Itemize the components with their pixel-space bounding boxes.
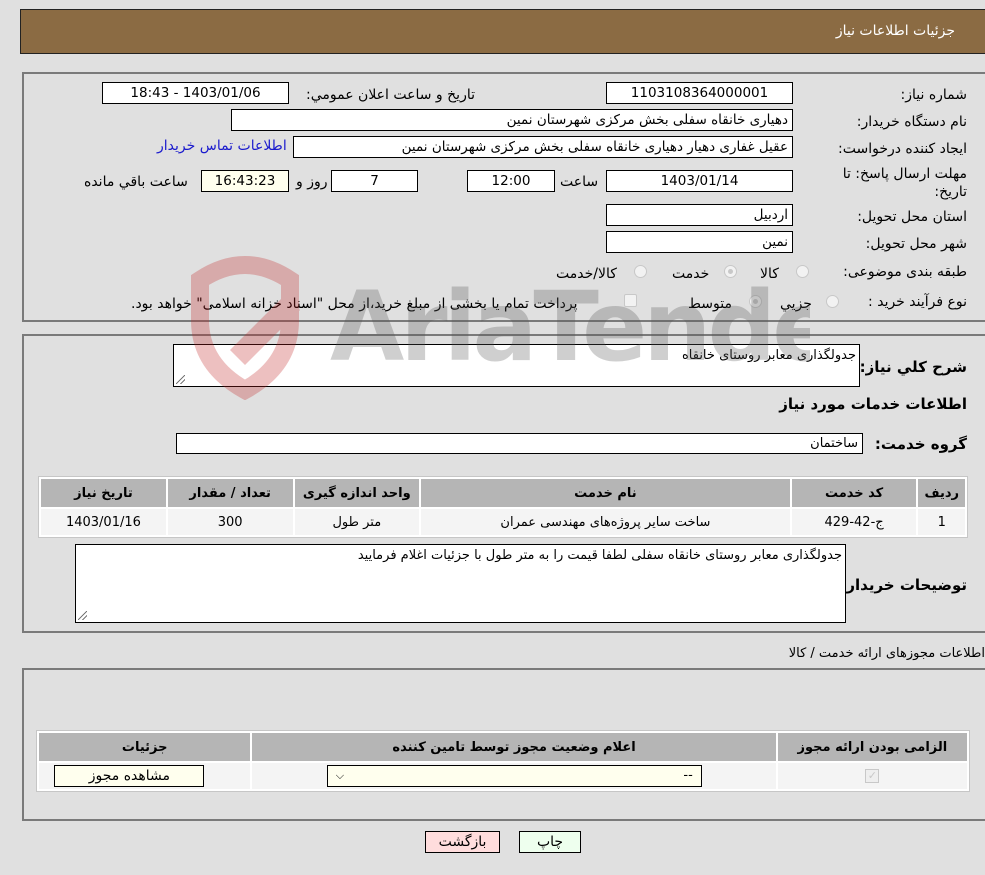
requester-label: ایجاد کننده درخواست: [838,141,967,157]
category-radio-service[interactable] [724,265,737,278]
col-service-code: کد خدمت [791,479,917,507]
services-section-title: اطلاعات خدمات مورد نیاز [779,395,967,413]
page-header: جزئیات اطلاعات نیاز [20,9,985,54]
col-quantity: تعداد / مقدار [167,479,293,507]
cell-permit-required: ✓ [777,763,967,789]
buyer-org-field: دهیاری خانقاه سفلی بخش مرکزی شهرستان نمی… [231,109,793,131]
category-radio-goods[interactable] [796,265,809,278]
general-description-textarea[interactable]: جدولگذاری معابر روستای خانقاه [173,344,860,387]
city-label: شهر محل تحویل: [865,236,967,252]
remaining-time-field: 16:43:23 [201,170,289,192]
view-permit-button[interactable]: مشاهده مجوز [54,765,205,787]
chevron-down-icon: ⌵ [335,769,345,782]
requester-field: عقیل غفاری دهیار دهیاری خانقاه سفلی بخش … [293,136,793,158]
treasury-text: پرداخت تمام یا بخشی از مبلغ خرید،از محل … [131,296,578,312]
col-service-name: نام خدمت [421,479,790,507]
announce-date-label: تاریخ و ساعت اعلان عمومي: [306,87,475,103]
category-option-service: خدمت [672,266,710,282]
table-row: ✓ -- ⌵ مشاهده مجوز [39,763,967,789]
general-description-text: جدولگذاری معابر روستای خانقاه [681,348,856,363]
resize-grip-icon[interactable] [78,611,87,620]
process-option-medium: متوسط [688,296,732,312]
col-need-date: تاریخ نیاز [41,479,166,507]
category-option-goods: کالا [760,266,779,282]
cell-service-code: ج-42-429 [791,509,917,535]
city-field: نمین [606,231,793,253]
announce-date-field: 1403/01/06 - 18:43 [102,82,289,104]
cell-quantity: 300 [167,509,293,535]
buyer-org-label: نام دستگاه خریدار: [856,114,967,130]
days-remaining-field: 7 [331,170,418,192]
col-permit-details: جزئیات [39,733,251,761]
col-row-number: ردیف [918,479,965,507]
buyer-contact-link[interactable]: اطلاعات تماس خریدار [157,138,287,154]
table-row: 1 ج-42-429 ساخت سایر پروژه‌های مهندسی عم… [41,509,965,535]
cell-need-date: 1403/01/16 [41,509,166,535]
cell-row-number: 1 [918,509,965,535]
category-radio-goods-service[interactable] [634,265,647,278]
services-table-header: ردیف کد خدمت نام خدمت واحد اندازه گیری ت… [41,479,965,507]
cell-permit-status: -- ⌵ [252,763,776,789]
resize-grip-icon[interactable] [176,375,185,384]
process-type-label: نوع فرآیند خرید : [868,294,967,310]
process-option-minor: جزيي [780,296,812,312]
category-label: طبقه بندی موضوعی: [843,264,967,280]
province-field: اردبیل [606,204,793,226]
permits-table-header: الزامی بودن ارائه مجوز اعلام وضعیت مجوز … [39,733,967,761]
general-description-label: شرح کلي نیاز: [859,358,967,376]
permit-status-selected: -- [683,768,693,783]
deadline-label-line2: تاریخ: [934,184,967,200]
treasury-checkbox[interactable] [624,294,637,307]
page-title: جزئیات اطلاعات نیاز [835,23,955,39]
col-permit-status: اعلام وضعیت مجوز توسط تامین کننده [252,733,776,761]
col-unit: واحد اندازه گیری [294,479,420,507]
cell-permit-details: مشاهده مجوز [39,763,251,789]
buyer-notes-textarea[interactable]: جدولگذاری معابر روستای خانقاه سفلی لطفا … [75,544,846,623]
need-number-field: 1103108364000001 [606,82,793,104]
remaining-time-label: ساعت باقي مانده [84,174,188,190]
process-radio-minor[interactable] [826,295,839,308]
deadline-date-field: 1403/01/14 [606,170,793,192]
process-radio-medium[interactable] [749,295,762,308]
deadline-label-line1: مهلت ارسال پاسخ: تا [842,166,967,182]
permits-section-title: اطلاعات مجوزهای ارائه خدمت / کالا [788,646,985,661]
province-label: استان محل تحویل: [857,209,967,225]
permit-status-select[interactable]: -- ⌵ [326,765,702,787]
deadline-time-field: 12:00 [467,170,555,192]
deadline-time-label: ساعت [560,174,599,190]
cell-unit: متر طول [294,509,420,535]
services-table: ردیف کد خدمت نام خدمت واحد اندازه گیری ت… [38,476,968,538]
service-group-label: گروه خدمت: [874,435,967,453]
buyer-notes-label: توضیحات خریدار: [840,576,967,594]
service-group-field: ساختمان [176,433,863,454]
col-permit-required: الزامی بودن ارائه مجوز [777,733,967,761]
permit-required-checkbox: ✓ [865,769,880,783]
need-number-label: شماره نیاز: [900,87,968,103]
print-button[interactable]: چاپ [519,831,581,853]
back-button[interactable]: بازگشت [425,831,500,853]
permits-table: الزامی بودن ارائه مجوز اعلام وضعیت مجوز … [36,730,970,792]
buyer-notes-text: جدولگذاری معابر روستای خانقاه سفلی لطفا … [357,548,842,563]
days-label: روز و [296,174,328,190]
cell-service-name: ساخت سایر پروژه‌های مهندسی عمران [421,509,790,535]
category-option-goods-service: کالا/خدمت [556,266,617,282]
